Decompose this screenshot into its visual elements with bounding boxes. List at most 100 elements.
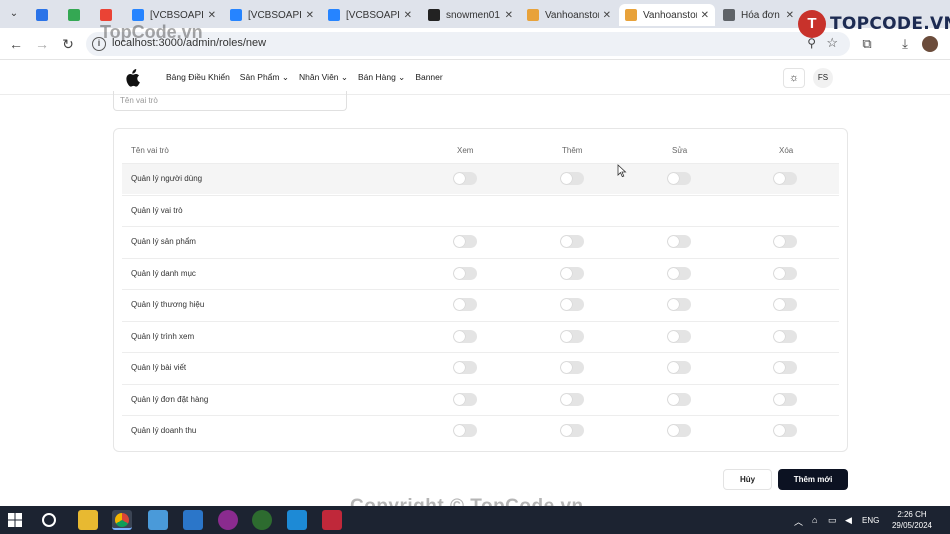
battery-icon[interactable]: ▭ [828,515,837,526]
permission-name: Quản lý vai trò [131,205,183,215]
toggle-edit[interactable] [667,298,691,311]
browser-tab[interactable]: snowmen01 ✕ [422,4,519,26]
toggle-edit[interactable] [667,329,691,343]
toggle-view[interactable] [453,172,477,185]
app-icon-4[interactable] [322,510,342,530]
toggle-edit[interactable] [667,266,691,280]
toggle-edit[interactable] [667,361,691,374]
browser-tab[interactable]: Vanhoanstor ✕ [619,4,715,26]
tab-favicon-icon [625,9,637,21]
network-icon[interactable]: ⌂ [812,515,817,525]
tab-close-icon[interactable]: ✕ [786,10,794,21]
clock-date: 29/05/2024 [891,521,933,530]
toggle-view[interactable] [453,329,477,343]
toggle-view[interactable] [453,266,477,280]
toggle-edit[interactable] [667,424,691,437]
language-indicator[interactable]: ENG [862,516,879,525]
nav-item[interactable]: Nhân Viên ⌄ [299,72,348,83]
app-header: Bảng Điều Khiển Sản Phẩm ⌄ Nhân Viên ⌄ Bán … [0,61,950,95]
volume-icon[interactable]: ◀ [845,515,852,526]
tab-close-icon[interactable]: ✕ [701,10,709,21]
file-explorer-icon[interactable] [78,510,98,530]
permission-row: Quản lý vai trò [122,194,839,226]
browser-tab[interactable]: [VCBSOAPI-4 ✕ [224,4,320,26]
tab-title: [VCBSOAPI-3 [150,9,204,21]
permission-row: Quản lý thương hiệu [122,289,839,320]
tab-close-icon[interactable]: ✕ [404,10,412,21]
toggle-view[interactable] [453,298,477,311]
column-delete: Xóa [779,146,794,155]
toggle-delete[interactable] [773,266,797,280]
toggle-delete[interactable] [773,392,797,406]
toggle-delete[interactable] [773,361,797,374]
toggle-add[interactable] [560,298,584,311]
toggle-view[interactable] [453,235,477,248]
sun-icon[interactable]: ☼ [783,68,805,88]
zoom-icon[interactable]: ⚲ [807,36,816,50]
toggle-edit[interactable] [667,392,691,406]
tab-close-icon[interactable]: ✕ [306,10,314,21]
app-icon-2[interactable] [218,510,238,530]
chrome-icon[interactable] [112,510,132,530]
back-arrow-icon[interactable]: ← [6,34,26,54]
browser-tab[interactable] [62,4,92,26]
tab-close-icon[interactable]: ✕ [603,10,611,21]
toggle-add[interactable] [560,361,584,374]
search-icon[interactable] [42,513,56,527]
cancel-button[interactable]: Hủy [723,469,772,490]
tab-title: [VCBSOAPI-1 [346,9,400,21]
nav-item[interactable]: Bán Hàng ⌄ [358,72,405,83]
permissions-card: Tên vai trò Xem Thêm Sửa Xóa Quản lý ngư… [113,128,848,452]
apple-logo-icon[interactable] [124,69,140,87]
photos-icon[interactable] [148,510,168,530]
toggle-add[interactable] [560,392,584,406]
toggle-view[interactable] [453,392,477,406]
browser-tab[interactable] [30,4,60,26]
user-avatar[interactable]: FS [813,68,833,88]
toggle-edit[interactable] [667,172,691,185]
nav-item[interactable]: Sản Phẩm ⌄ [240,72,289,83]
app-icon-3[interactable] [252,510,272,530]
tab-search-chevron-icon[interactable]: ⌄ [6,6,22,22]
tab-title: Vanhoanstor [643,9,697,21]
permission-row: Quản lý đơn đặt hàng [122,383,839,415]
toggle-delete[interactable] [773,235,797,248]
role-name-input[interactable]: Tên vai trò [113,91,347,111]
browser-tab[interactable]: Vanhoanstor ✕ [521,4,617,26]
toggle-add[interactable] [560,329,584,343]
nav-item[interactable]: Bảng Điều Khiển [166,72,230,83]
toggle-delete[interactable] [773,424,797,437]
toggle-add[interactable] [560,235,584,248]
toggle-delete[interactable] [773,298,797,311]
toggle-delete[interactable] [773,329,797,343]
tray-chevron-icon[interactable]: ︿ [794,515,803,528]
column-view: Xem [457,146,474,155]
reload-icon[interactable]: ↻ [58,34,78,54]
toggle-edit[interactable] [667,235,691,248]
browser-tab[interactable]: Hóa đơn ✕ [717,4,800,26]
toggle-add[interactable] [560,172,584,185]
app-icon[interactable] [183,510,203,530]
forward-arrow-icon[interactable]: → [32,34,52,54]
permission-name: Quản lý đơn đặt hàng [131,394,209,404]
toggle-add[interactable] [560,424,584,437]
column-role-name: Tên vai trò [131,146,169,155]
vscode-icon[interactable] [287,510,307,530]
system-clock[interactable]: 2:26 CH 29/05/2024 [886,509,938,531]
browser-tab[interactable]: [VCBSOAPI-1 ✕ [322,4,418,26]
tab-close-icon[interactable]: ✕ [505,10,513,21]
permission-name: Quản lý danh mục [131,268,196,278]
permission-name: Quản lý thương hiệu [131,300,205,309]
permission-name: Quản lý sản phẩm [131,237,196,246]
profile-avatar[interactable] [922,36,938,52]
windows-start-icon[interactable] [8,513,22,527]
toggle-add[interactable] [560,266,584,280]
toggle-delete[interactable] [773,172,797,185]
nav-item[interactable]: Banner [415,72,442,83]
toggle-view[interactable] [453,361,477,374]
permission-name: Quản lý bài viết [131,363,187,372]
create-button[interactable]: Thêm mới [778,469,848,490]
toggle-view[interactable] [453,424,477,437]
tab-close-icon[interactable]: ✕ [208,10,216,21]
tab-title: [VCBSOAPI-4 [248,9,302,21]
